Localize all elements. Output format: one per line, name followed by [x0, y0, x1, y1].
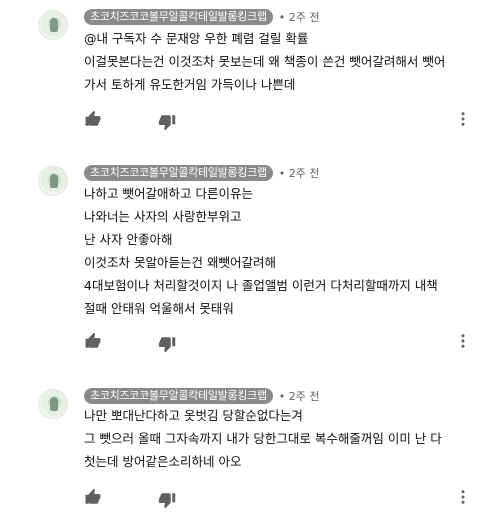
- comment-actions: [84, 332, 474, 353]
- comment-line: @내 구독자 수 문재앙 우한 폐렴 걸릴 확률: [84, 31, 309, 46]
- comment-meta: 초코치즈코코볼무알콜칵테일발롱킹크랩 • 2주 전: [84, 387, 320, 405]
- thumbs-down-icon[interactable]: [158, 335, 176, 353]
- comment-meta: 초코치즈코코볼무알콜칵테일발롱킹크랩 • 2주 전: [84, 164, 320, 182]
- comment-text: 나하고 뺏어갈애하고 다른이유는 나와너는 사자의 사랑한부위고 난 사자 안좋…: [84, 182, 469, 320]
- comment-time[interactable]: • 2주 전: [279, 165, 320, 181]
- comment-actions: [84, 110, 474, 131]
- comment-actions: [84, 488, 474, 509]
- thumbs-down-icon[interactable]: [158, 113, 176, 131]
- comment-time[interactable]: • 2주 전: [279, 388, 320, 404]
- comment-line: 그 뺏으러 올때 그자속까지 내가 당한그대로 복수해줄꺼임 이미 난 다: [84, 431, 442, 446]
- comment-time-text: 2주 전: [288, 390, 320, 403]
- thumbs-down-icon[interactable]: [158, 491, 176, 509]
- comment-line: 첫는데 방어같은소리하네 아오: [84, 454, 242, 469]
- comment-line: 4대보험이나 처리할것이지 나 졸업앨범 이런거 다처리할때까지 내책: [84, 278, 438, 293]
- thumbs-up-icon[interactable]: [84, 110, 102, 128]
- more-options-icon[interactable]: [454, 488, 472, 506]
- comment-author[interactable]: 초코치즈코코볼무알콜칵테일발롱킹크랩: [84, 165, 273, 181]
- comment-author[interactable]: 초코치즈코코볼무알콜칵테일발롱킹크랩: [84, 9, 273, 25]
- comment-line: 나만 뽀대난다하고 옷벗김 당할순없다는겨: [84, 408, 303, 423]
- comment-meta: 초코치즈코코볼무알콜칵테일발롱킹크랩 • 2주 전: [84, 8, 320, 26]
- more-options-icon[interactable]: [454, 332, 472, 350]
- avatar[interactable]: [38, 166, 68, 196]
- comment-time-text: 2주 전: [288, 11, 320, 24]
- comment-line: 나와너는 사자의 사랑한부위고: [84, 209, 242, 224]
- comment-line: 나하고 뺏어갈애하고 다른이유는: [84, 186, 253, 201]
- comment-line: 가서 토하게 유도한거임 가득이나 나쁜데: [84, 77, 296, 92]
- avatar[interactable]: [38, 10, 68, 40]
- comment-line: 이것조차 못알아듣는건 왜뺏어갈려해: [84, 255, 276, 270]
- thumbs-up-icon[interactable]: [84, 488, 102, 506]
- comment-text: 나만 뽀대난다하고 옷벗김 당할순없다는겨 그 뺏으러 올때 그자속까지 내가 …: [84, 404, 469, 473]
- comment-text: @내 구독자 수 문재앙 우한 폐렴 걸릴 확률 이걸못본다는건 이것조차 못보…: [84, 27, 469, 96]
- comment-time-text: 2주 전: [288, 167, 320, 180]
- comment-line: 절때 안태워 억울해서 못태워: [84, 301, 234, 316]
- more-options-icon[interactable]: [454, 110, 472, 128]
- comment-author[interactable]: 초코치즈코코볼무알콜칵테일발롱킹크랩: [84, 388, 273, 404]
- thumbs-up-icon[interactable]: [84, 332, 102, 350]
- avatar[interactable]: [38, 389, 68, 419]
- comment-line: 이걸못본다는건 이것조차 못보는데 왜 책종이 쓴건 뺏어갈려해서 뺏어: [84, 54, 446, 69]
- comment-time[interactable]: • 2주 전: [279, 9, 320, 25]
- comment-line: 난 사자 안좋아해: [84, 232, 173, 247]
